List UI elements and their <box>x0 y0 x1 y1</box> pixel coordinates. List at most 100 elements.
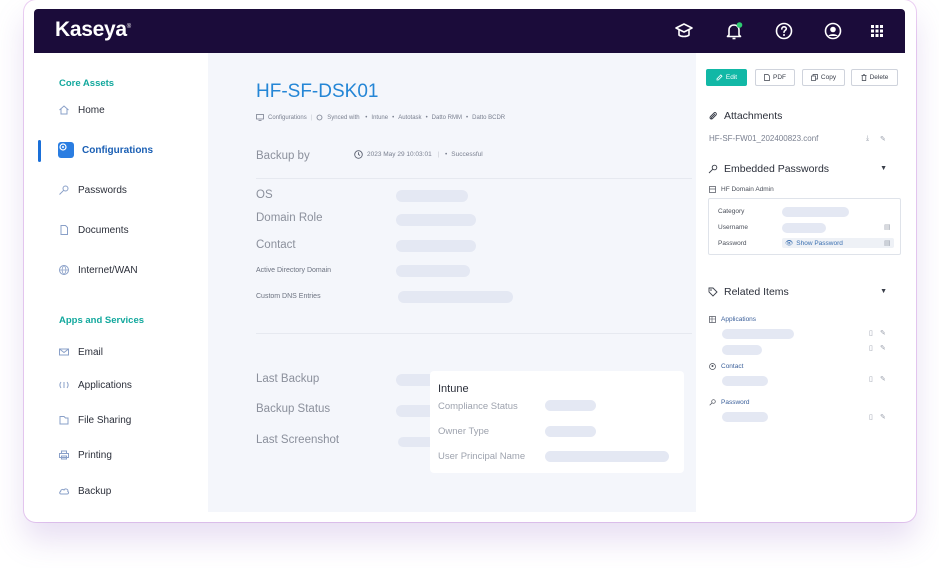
embedded-passwords-heading[interactable]: Embedded Passwords <box>708 163 829 175</box>
details-panel: Edit PDF Copy Delete Attachments HF-SF-F… <box>696 53 905 512</box>
os-value-placeholder <box>396 190 468 202</box>
sidebar-item-label: File Sharing <box>78 414 132 426</box>
domain-role-label: Domain Role <box>256 212 323 224</box>
sidebar-item-documents[interactable]: Documents <box>58 219 198 241</box>
backup-timestamp: 2023 May 29 10:03:01 <box>367 151 432 158</box>
backup-by-label: Backup by <box>256 150 310 162</box>
edit-icon[interactable]: ✎ <box>880 344 886 352</box>
edit-icon[interactable]: ✎ <box>880 413 886 421</box>
sync-source-autotask[interactable]: Autotask <box>398 115 421 121</box>
edit-icon[interactable]: ✎ <box>880 135 886 143</box>
help-icon[interactable] <box>774 21 794 41</box>
sync-source-datto-bcdr[interactable]: Datto BCDR <box>472 115 505 121</box>
pdf-button[interactable]: PDF <box>755 69 795 86</box>
trash-icon[interactable]: ▯ <box>869 344 873 352</box>
trash-icon[interactable]: ▯ <box>869 375 873 383</box>
sync-source-intune[interactable]: Intune <box>371 115 388 121</box>
intune-title: Intune <box>438 383 469 395</box>
os-label: OS <box>256 189 273 201</box>
mail-icon <box>59 348 69 356</box>
globe-icon <box>59 265 69 275</box>
sidebar-item-label: Passwords <box>78 184 127 196</box>
sidebar-item-label: Documents <box>78 224 129 236</box>
sidebar-item-label: Configurations <box>82 144 154 156</box>
sidebar-item-home[interactable]: Home <box>58 99 198 121</box>
main-content: HF-SF-DSK01 Configurations | Synced with… <box>208 53 696 512</box>
apps-grid-icon[interactable] <box>867 21 887 41</box>
edit-button[interactable]: Edit <box>706 69 747 86</box>
related-applications-label: Applications <box>709 316 756 323</box>
chevron-down-icon[interactable]: ▼ <box>880 288 887 295</box>
graduation-cap-icon[interactable] <box>674 21 694 41</box>
username-label: Username <box>718 224 748 231</box>
related-contact-label: Contact <box>709 363 743 370</box>
related-password-label: Password <box>709 399 750 406</box>
trash-icon[interactable]: ▯ <box>869 413 873 421</box>
key-icon <box>709 399 716 406</box>
monitor-icon <box>256 114 264 121</box>
sidebar-item-label: Internet/WAN <box>78 264 138 276</box>
owner-type-label: Owner Type <box>438 426 490 437</box>
sidebar-item-file-sharing[interactable]: File Sharing <box>58 409 198 431</box>
edit-icon[interactable]: ✎ <box>880 375 886 383</box>
sidebar-item-applications[interactable]: Applications <box>58 374 198 396</box>
user-icon[interactable] <box>823 21 843 41</box>
sidebar-section-apps: Apps and Services <box>59 315 145 326</box>
applications-icon <box>59 381 69 389</box>
category-label: Category <box>718 208 745 215</box>
attachment-file-link[interactable]: HF-SF-FW01_202400823.conf <box>709 134 818 143</box>
sidebar-item-passwords[interactable]: Passwords <box>58 179 198 201</box>
cloud-backup-icon <box>59 488 70 495</box>
sidebar-item-email[interactable]: Email <box>58 341 198 363</box>
related-items-heading[interactable]: Related Items <box>708 286 789 298</box>
home-icon <box>59 105 69 115</box>
backup-by-info: 2023 May 29 10:03:01 | • Successful <box>354 150 483 159</box>
app-window: Kaseya® Core Assets Home Configurations … <box>34 9 905 512</box>
sidebar-section-core: Core Assets <box>59 78 115 89</box>
last-screenshot-label: Last Screenshot <box>256 434 340 446</box>
related-contact-placeholder <box>722 376 768 386</box>
trash-icon[interactable]: ▯ <box>869 329 873 337</box>
embedded-password-entry[interactable]: HF Domain Admin <box>709 186 774 193</box>
sidebar-item-backup[interactable]: Backup <box>58 480 198 502</box>
eye-icon: 👁 <box>785 240 794 247</box>
show-password-button[interactable]: 👁 Show Password <box>782 238 894 248</box>
pencil-icon <box>716 74 723 81</box>
sidebar-item-label: Email <box>78 346 104 358</box>
breadcrumb[interactable]: Configurations <box>268 115 307 121</box>
folder-icon <box>59 416 69 425</box>
delete-button[interactable]: Delete <box>851 69 898 86</box>
sidebar-item-label: Home <box>78 104 105 116</box>
paperclip-icon <box>709 112 717 120</box>
ad-domain-label: Active Directory Domain <box>256 267 332 274</box>
copy-button[interactable]: Copy <box>802 69 845 86</box>
edit-icon[interactable]: ✎ <box>880 329 886 337</box>
download-icon[interactable]: ⤓ <box>866 135 869 143</box>
tag-icon <box>708 287 718 297</box>
kaseya-logo[interactable]: Kaseya® <box>55 18 131 42</box>
compliance-status-label: Compliance Status <box>438 401 518 412</box>
upn-label: User Principal Name <box>438 451 526 462</box>
synced-label: Synced with <box>327 114 360 121</box>
copy-username-icon[interactable]: ▤ <box>884 223 891 231</box>
backup-status-label: Backup Status <box>256 403 331 415</box>
sidebar-item-configurations[interactable]: Configurations <box>58 139 198 161</box>
pdf-icon <box>764 74 770 81</box>
key-icon <box>59 185 69 195</box>
document-icon <box>60 225 68 235</box>
sidebar-item-internet-wan[interactable]: Internet/WAN <box>58 259 198 281</box>
sidebar-item-label: Applications <box>78 379 132 391</box>
related-application-placeholder <box>722 345 762 355</box>
clock-icon <box>354 150 363 159</box>
upn-placeholder <box>545 451 669 462</box>
copy-password-icon[interactable]: ▤ <box>884 239 891 247</box>
chevron-down-icon[interactable]: ▼ <box>880 165 887 172</box>
active-indicator <box>38 140 41 162</box>
divider <box>256 178 692 179</box>
password-label: Password <box>718 240 747 247</box>
contact-label: Contact <box>256 239 296 251</box>
sidebar-item-printing[interactable]: Printing <box>58 444 198 466</box>
bell-icon[interactable] <box>724 21 744 41</box>
sync-source-datto-rmm[interactable]: Datto RMM <box>432 115 462 121</box>
sidebar-item-label: Backup <box>78 485 112 497</box>
